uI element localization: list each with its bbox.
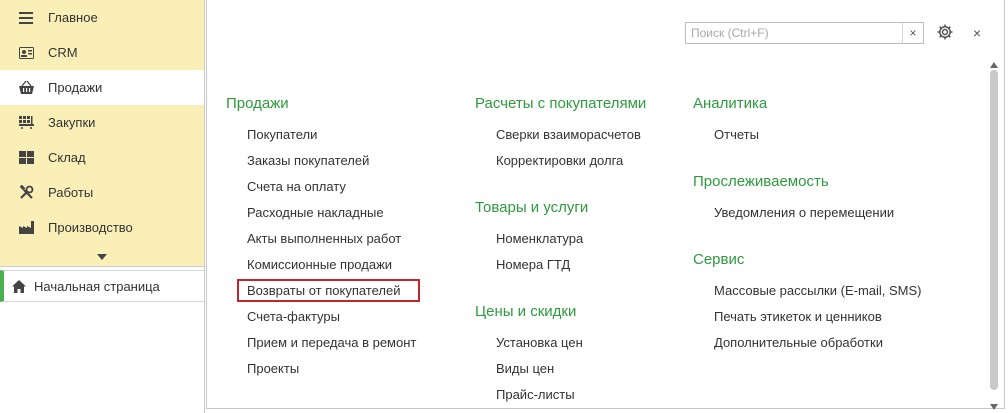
section-label: CRM	[48, 45, 78, 60]
link-nomera-gtd[interactable]: Номера ГТД	[496, 257, 570, 272]
link-dopolnitelnye-obrabotki[interactable]: Дополнительные обработки	[714, 335, 883, 350]
close-icon: ×	[972, 25, 982, 41]
link-korrektirovki-dolga[interactable]: Корректировки долга	[496, 153, 623, 168]
link-pokupateli[interactable]: Покупатели	[247, 127, 317, 142]
section-label: Закупки	[48, 115, 96, 130]
section-label: Производство	[48, 220, 133, 235]
section-crm[interactable]: CRM	[0, 35, 204, 70]
scroll-up-icon[interactable]	[990, 56, 998, 68]
link-ustanovka-cen[interactable]: Установка цен	[496, 335, 583, 350]
contact-card-icon	[18, 45, 34, 61]
link-nomenklatura[interactable]: Номенклатура	[496, 231, 583, 246]
link-akty-vypolnennyh-rabot[interactable]: Акты выполненных работ	[247, 231, 401, 246]
link-komissionnye-prodazhi[interactable]: Комиссионные продажи	[247, 257, 392, 272]
section-prodazhi[interactable]: Продажи	[0, 70, 204, 105]
more-sections-button[interactable]	[0, 245, 204, 267]
section-content: × × Продажи Покупатели Заказы покупателе…	[206, 0, 1008, 413]
section-zakupki[interactable]: Закупки	[0, 105, 204, 140]
group-title-analitika: Аналитика	[693, 95, 768, 112]
link-prays-listy[interactable]: Прайс-листы	[496, 387, 575, 402]
truck-icon	[18, 115, 34, 131]
home-page-label: Начальная страница	[34, 278, 160, 294]
link-vidy-cen[interactable]: Виды цен	[496, 361, 554, 376]
section-proizvodstvo[interactable]: Производство	[0, 210, 204, 245]
section-sklad[interactable]: Склад	[0, 140, 204, 175]
link-uvedomleniya-o-peremeshchenii[interactable]: Уведомления о перемещении	[714, 205, 894, 220]
clear-search-button[interactable]: ×	[902, 23, 923, 43]
home-icon	[12, 279, 26, 293]
vertical-scrollbar[interactable]	[990, 56, 998, 410]
gear-icon	[936, 23, 954, 44]
link-zakazy-pokupateley[interactable]: Заказы покупателей	[247, 153, 369, 168]
link-scheta-faktury[interactable]: Счета-фактуры	[247, 309, 340, 324]
home-page-item[interactable]: Начальная страница	[0, 270, 204, 302]
link-proekty[interactable]: Проекты	[247, 361, 299, 376]
sections-panel: Главное CRM Продажи Закупки Склад Работы	[0, 0, 205, 413]
group-title-ceny: Цены и скидки	[475, 303, 577, 320]
link-sverki-vzaimoraschetov[interactable]: Сверки взаиморасчетов	[496, 127, 641, 142]
factory-icon	[18, 220, 34, 236]
link-scheta-na-oplatu[interactable]: Счета на оплату	[247, 179, 346, 194]
section-raboty[interactable]: Работы	[0, 175, 204, 210]
section-glavnoe[interactable]: Главное	[0, 0, 204, 35]
basket-icon	[18, 80, 34, 96]
group-title-servis: Сервис	[693, 251, 745, 268]
group-title-tovary: Товары и услуги	[475, 199, 589, 216]
link-rashodnye-nakladnye[interactable]: Расходные накладные	[247, 205, 384, 220]
link-vozvraty-ot-pokupateley[interactable]: Возвраты от покупателей	[237, 279, 420, 302]
scroll-down-icon[interactable]	[990, 398, 998, 410]
section-label: Продажи	[48, 80, 103, 95]
search-box: ×	[685, 22, 924, 44]
tools-icon	[18, 185, 34, 201]
scrollbar-thumb[interactable]	[990, 70, 998, 390]
menu-lines-icon	[18, 10, 34, 26]
open-pages-panel: Начальная страница	[0, 267, 204, 413]
link-pechat-etiketok[interactable]: Печать этикеток и ценников	[714, 309, 882, 324]
chevron-down-icon	[97, 248, 107, 263]
group-title-raschety: Расчеты с покупателями	[475, 95, 647, 112]
section-label: Склад	[48, 150, 86, 165]
search-input[interactable]	[686, 23, 902, 43]
settings-button[interactable]	[935, 23, 955, 43]
section-label: Главное	[48, 10, 98, 25]
section-label: Работы	[48, 185, 94, 200]
warehouse-icon	[18, 150, 34, 166]
link-otchety[interactable]: Отчеты	[714, 127, 759, 142]
group-title-proslezhivaemost: Прослеживаемость	[693, 173, 829, 190]
link-massovye-rassylki[interactable]: Массовые рассылки (E-mail, SMS)	[714, 283, 922, 298]
link-priem-i-peredacha-v-remont[interactable]: Прием и передача в ремонт	[247, 335, 416, 350]
close-button[interactable]: ×	[969, 23, 985, 43]
group-title-prodazhi: Продажи	[226, 95, 289, 112]
